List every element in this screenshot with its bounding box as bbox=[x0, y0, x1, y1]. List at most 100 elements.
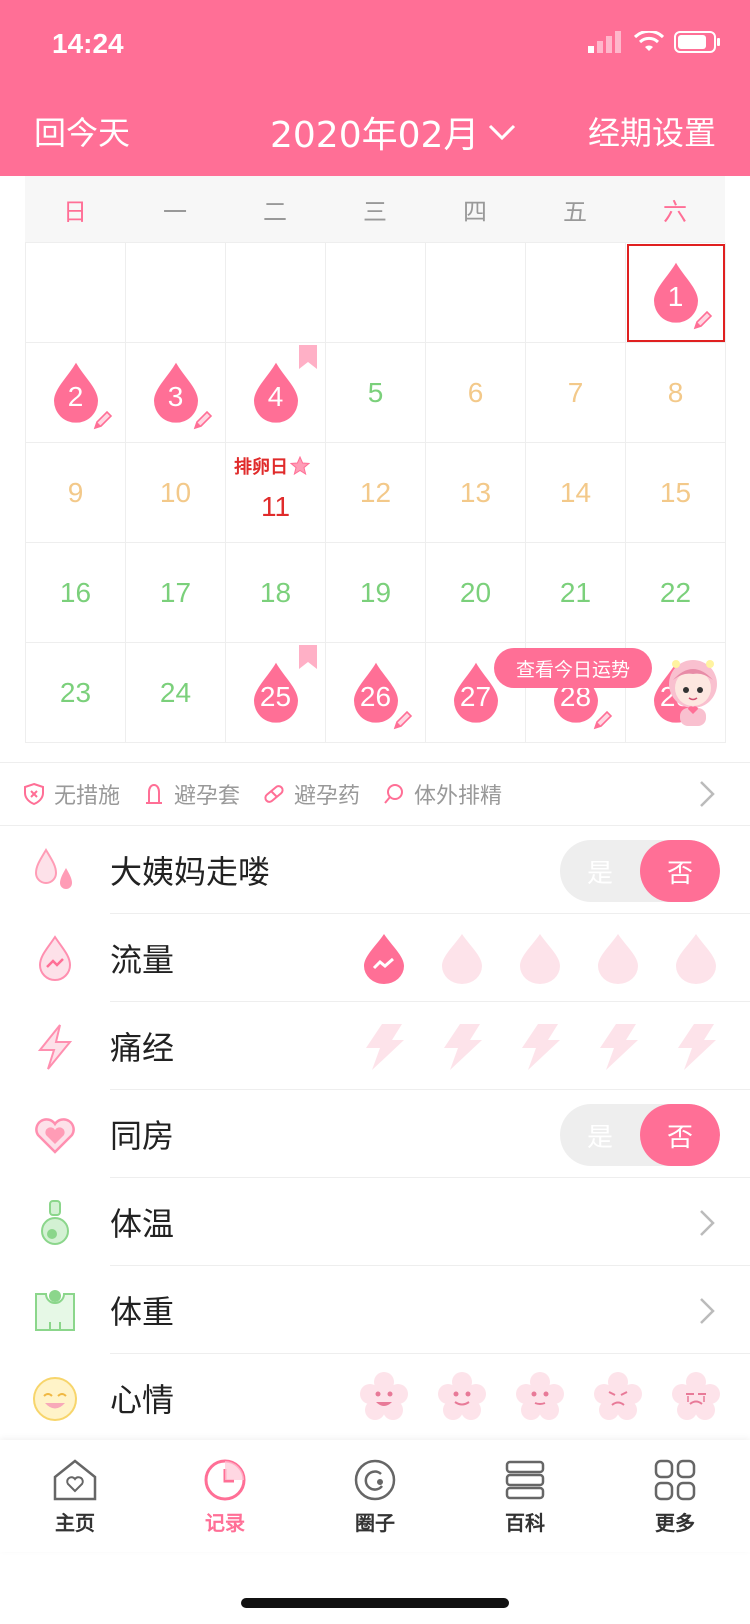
day-number: 5 bbox=[367, 376, 384, 408]
mood-upset-icon[interactable] bbox=[594, 1372, 642, 1424]
chevron-right-icon bbox=[700, 1298, 715, 1324]
day-number: 2 bbox=[67, 380, 84, 412]
pain-level-bolt-icon[interactable] bbox=[360, 1020, 408, 1072]
period-no[interactable]: 否 bbox=[640, 840, 720, 902]
calendar-day-18[interactable]: 18 bbox=[226, 543, 326, 643]
calendar-day-15[interactable]: 15 bbox=[626, 443, 726, 543]
period-toggle[interactable]: 是 否 bbox=[560, 840, 720, 902]
weekday-tue: 二 bbox=[263, 197, 287, 226]
lightning-icon bbox=[37, 1024, 73, 1070]
view-fortune-button[interactable]: 查看今日运势 bbox=[494, 648, 652, 688]
calendar-empty-cell bbox=[126, 243, 226, 343]
pain-level-bolt-icon[interactable] bbox=[516, 1020, 564, 1072]
sex-no[interactable]: 否 bbox=[640, 1104, 720, 1166]
pencil-icon bbox=[693, 310, 713, 330]
row-weight[interactable]: 体重 bbox=[0, 1266, 750, 1354]
contra-withdrawal[interactable]: 体外排精 bbox=[382, 778, 502, 810]
day-number: 27 bbox=[459, 680, 492, 712]
back-to-today-button[interactable]: 回今天 bbox=[34, 108, 130, 154]
tab-wiki[interactable]: 百科 bbox=[450, 1440, 600, 1552]
circle-icon bbox=[354, 1459, 396, 1500]
calendar-day-14[interactable]: 14 bbox=[526, 443, 626, 543]
pain-level-bolt-icon[interactable] bbox=[438, 1020, 486, 1072]
calendar-day-10[interactable]: 10 bbox=[126, 443, 226, 543]
pencil-icon bbox=[93, 410, 113, 430]
sex-yes[interactable]: 是 bbox=[560, 1104, 640, 1166]
contra-none[interactable]: 无措施 bbox=[22, 778, 120, 810]
weekday-fri: 五 bbox=[563, 197, 587, 226]
calendar-day-22[interactable]: 22 bbox=[626, 543, 726, 643]
period-settings-button[interactable]: 经期设置 bbox=[588, 108, 716, 154]
sex-toggle[interactable]: 是 否 bbox=[560, 1104, 720, 1166]
tab-record[interactable]: 记录 bbox=[150, 1440, 300, 1552]
calendar-day-11[interactable]: 排卵日 11 bbox=[226, 443, 326, 543]
calendar-day-9[interactable]: 9 bbox=[26, 443, 126, 543]
calendar-day-24[interactable]: 24 bbox=[126, 643, 226, 743]
calendar-day-16[interactable]: 16 bbox=[26, 543, 126, 643]
shield-x-icon bbox=[24, 782, 44, 806]
calendar-day-13[interactable]: 13 bbox=[426, 443, 526, 543]
calendar-day-4[interactable]: 4 bbox=[226, 343, 326, 443]
tab-more[interactable]: 更多 bbox=[600, 1440, 750, 1552]
contra-condom[interactable]: 避孕套 bbox=[142, 778, 240, 810]
day-number: 17 bbox=[159, 576, 192, 608]
row-sex: 同房 是 否 bbox=[0, 1090, 750, 1178]
mood-laugh-icon[interactable] bbox=[360, 1372, 408, 1424]
smiley-icon bbox=[33, 1377, 77, 1421]
flow-level-drop-icon[interactable] bbox=[360, 932, 408, 984]
calendar-day-19[interactable]: 19 bbox=[326, 543, 426, 643]
tab-circle[interactable]: 圈子 bbox=[300, 1440, 450, 1552]
tab-home[interactable]: 主页 bbox=[0, 1440, 150, 1552]
contraception-bar[interactable]: 无措施 避孕套 避孕药 体外排精 bbox=[0, 762, 750, 826]
calendar-day-20[interactable]: 20 bbox=[426, 543, 526, 643]
day-number: 22 bbox=[659, 576, 692, 608]
calendar-day-7[interactable]: 7 bbox=[526, 343, 626, 443]
pain-level-bolt-icon[interactable] bbox=[594, 1020, 642, 1072]
mood-label: 心情 bbox=[110, 1381, 175, 1419]
period-yes[interactable]: 是 bbox=[560, 840, 640, 902]
calendar-day-8[interactable]: 8 bbox=[626, 343, 726, 443]
weekday-mon: 一 bbox=[163, 197, 187, 226]
mood-options[interactable] bbox=[360, 1372, 720, 1424]
flow-level-drop-icon[interactable] bbox=[594, 932, 642, 984]
calendar-day-21[interactable]: 21 bbox=[526, 543, 626, 643]
day-number: 19 bbox=[359, 576, 392, 608]
calendar-day-26[interactable]: 26 bbox=[326, 643, 426, 743]
day-number: 18 bbox=[259, 576, 292, 608]
calendar-day-23[interactable]: 23 bbox=[26, 643, 126, 743]
day-number: 23 bbox=[59, 676, 92, 708]
flow-levels[interactable] bbox=[360, 932, 720, 984]
calendar-day-25[interactable]: 25 bbox=[226, 643, 326, 743]
flow-level-drop-icon[interactable] bbox=[516, 932, 564, 984]
calendar-day-2[interactable]: 2 bbox=[26, 343, 126, 443]
day-number: 14 bbox=[559, 476, 592, 508]
heart-icon bbox=[35, 1118, 75, 1154]
calendar-day-5[interactable]: 5 bbox=[326, 343, 426, 443]
flow-level-drop-icon[interactable] bbox=[672, 932, 720, 984]
calendar-day-12[interactable]: 12 bbox=[326, 443, 426, 543]
calendar-day-17[interactable]: 17 bbox=[126, 543, 226, 643]
calendar-empty-cell bbox=[526, 243, 626, 343]
day-number: 12 bbox=[359, 476, 392, 508]
ovulation-label: 排卵日 bbox=[234, 453, 310, 479]
month-picker[interactable]: 2020年02月 bbox=[270, 106, 517, 158]
mood-calm-icon[interactable] bbox=[516, 1372, 564, 1424]
pain-levels[interactable] bbox=[360, 1020, 720, 1072]
calendar-day-6[interactable]: 6 bbox=[426, 343, 526, 443]
pill-icon bbox=[264, 785, 284, 803]
day-number: 8 bbox=[667, 376, 684, 408]
mood-smile-icon[interactable] bbox=[438, 1372, 486, 1424]
bookmark-icon bbox=[299, 345, 317, 369]
calendar-day-3[interactable]: 3 bbox=[126, 343, 226, 443]
contra-pill[interactable]: 避孕药 bbox=[262, 778, 360, 810]
calendar-empty-cell bbox=[26, 243, 126, 343]
mood-cry-icon[interactable] bbox=[672, 1372, 720, 1424]
bookmark-icon bbox=[299, 645, 317, 669]
pain-level-bolt-icon[interactable] bbox=[672, 1020, 720, 1072]
flow-level-drop-icon[interactable] bbox=[438, 932, 486, 984]
mascot-icon[interactable] bbox=[658, 650, 728, 730]
day-number: 6 bbox=[467, 376, 484, 408]
row-temperature[interactable]: 体温 bbox=[0, 1178, 750, 1266]
day-number: 24 bbox=[159, 676, 192, 708]
calendar-day-1[interactable]: 1 bbox=[626, 243, 726, 343]
